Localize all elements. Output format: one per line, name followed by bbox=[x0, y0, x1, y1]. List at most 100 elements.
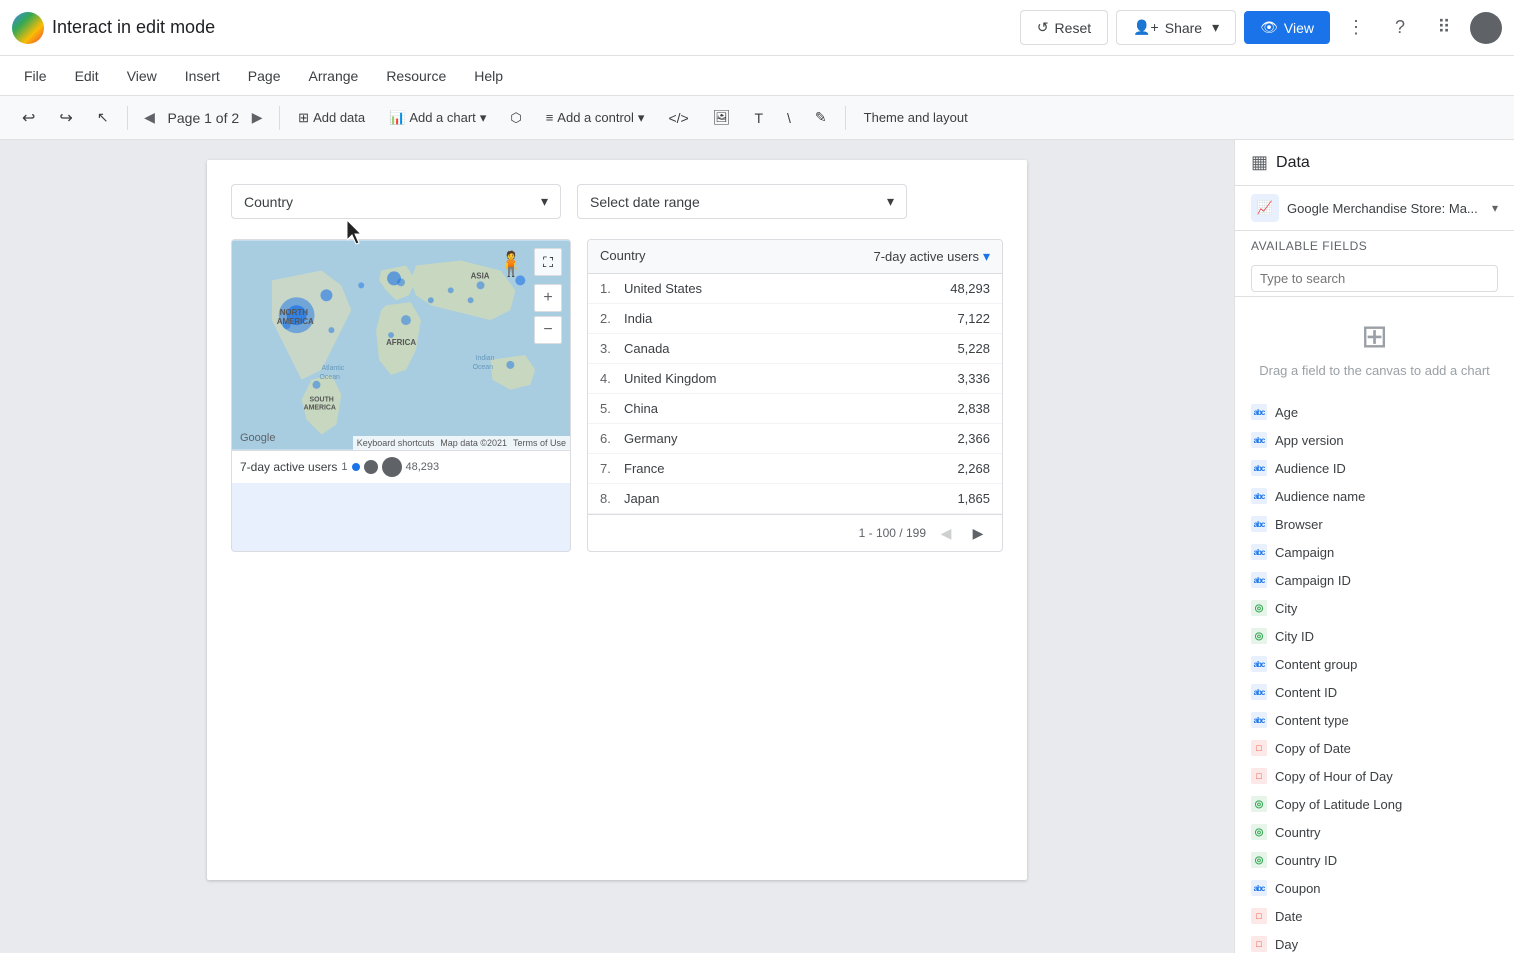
menu-file[interactable]: File bbox=[12, 62, 59, 90]
menu-edit[interactable]: Edit bbox=[63, 62, 111, 90]
redo-button[interactable]: ↪ bbox=[49, 102, 82, 134]
table-row: 4. United Kingdom 3,336 bbox=[588, 364, 1002, 394]
apps-button[interactable]: ⠿ bbox=[1426, 10, 1462, 46]
theme-layout-button[interactable]: Theme and layout bbox=[854, 104, 978, 131]
drag-hint: ⊞ Drag a field to the canvas to add a ch… bbox=[1235, 297, 1514, 398]
pagination-prev-button[interactable]: ◀ bbox=[934, 521, 958, 545]
field-icon-date: □ bbox=[1251, 740, 1267, 756]
field-item-date[interactable]: □ Date bbox=[1235, 902, 1514, 930]
panel-title: Data bbox=[1276, 154, 1310, 172]
field-item-copylatlong[interactable]: ◎ Copy of Latitude Long bbox=[1235, 790, 1514, 818]
search-input[interactable] bbox=[1251, 265, 1498, 292]
add-chart-button[interactable]: 📊 Add a chart ▾ bbox=[379, 104, 496, 132]
select-tool-button[interactable]: ↖ bbox=[87, 103, 119, 132]
table-header: Country 7-day active users ▾ bbox=[588, 240, 1002, 274]
data-source-selector[interactable]: 📈 Google Merchandise Store: Ma... ▾ bbox=[1235, 186, 1514, 231]
fullscreen-button[interactable]: ⛶ bbox=[534, 248, 562, 276]
add-widget-button[interactable]: ⬡ bbox=[500, 104, 531, 132]
map-chart: NORTH AMERICA ASIA AFRICA SOUTH AMERICA … bbox=[231, 239, 571, 552]
field-icon-abc: abc bbox=[1251, 516, 1267, 532]
control-caret: ▾ bbox=[638, 110, 645, 126]
field-item-campaign[interactable]: abc Campaign bbox=[1235, 538, 1514, 566]
field-item-city[interactable]: ◎ City bbox=[1235, 594, 1514, 622]
svg-text:Ocean: Ocean bbox=[319, 374, 340, 381]
field-item-audienceid[interactable]: abc Audience ID bbox=[1235, 454, 1514, 482]
undo-button[interactable]: ↩ bbox=[12, 102, 45, 134]
top-bar-actions: ↺ Reset 👤+ Share ▾ 👁 View ⋮ ? ⠿ bbox=[1020, 10, 1502, 46]
page-forward-button[interactable]: ▶ bbox=[243, 104, 271, 132]
field-item-contentgroup[interactable]: abc Content group bbox=[1235, 650, 1514, 678]
field-item-coupon[interactable]: abc Coupon bbox=[1235, 874, 1514, 902]
canvas-area[interactable]: Country ▾ Select date range ▾ bbox=[0, 140, 1234, 953]
field-item-contentid[interactable]: abc Content ID bbox=[1235, 678, 1514, 706]
add-data-button[interactable]: ⊞ Add data bbox=[288, 104, 375, 132]
app-logo bbox=[12, 12, 44, 44]
more-options-button[interactable]: ⋮ bbox=[1338, 10, 1374, 46]
table-row: 8. Japan 1,865 bbox=[588, 484, 1002, 514]
controls-row: Country ▾ Select date range ▾ bbox=[231, 184, 1003, 219]
table-row: 1. United States 48,293 bbox=[588, 274, 1002, 304]
text-button[interactable]: T bbox=[744, 104, 773, 132]
map-attribution: Keyboard shortcuts Map data ©2021 Terms … bbox=[353, 436, 570, 450]
draw-button[interactable]: ✎ bbox=[805, 103, 837, 132]
map-legend-dots: 1 48,293 bbox=[341, 457, 439, 477]
country-filter-caret: ▾ bbox=[541, 193, 548, 210]
zoom-in-button[interactable]: + bbox=[534, 284, 562, 312]
bar-chart-icon: 📈 bbox=[1257, 200, 1273, 216]
field-icon-date: □ bbox=[1251, 908, 1267, 924]
field-item-age[interactable]: abc Age bbox=[1235, 398, 1514, 426]
field-icon-date: □ bbox=[1251, 936, 1267, 952]
google-logo: Google bbox=[240, 432, 275, 444]
field-item-cityid[interactable]: ◎ City ID bbox=[1235, 622, 1514, 650]
field-icon-abc: abc bbox=[1251, 684, 1267, 700]
menu-page[interactable]: Page bbox=[236, 62, 293, 90]
table-chart: Country 7-day active users ▾ 1. United S… bbox=[587, 239, 1003, 552]
field-item-country[interactable]: ◎ Country bbox=[1235, 818, 1514, 846]
map-body: NORTH AMERICA ASIA AFRICA SOUTH AMERICA … bbox=[232, 240, 570, 450]
help-button[interactable]: ? bbox=[1382, 10, 1418, 46]
field-item-campaignid[interactable]: abc Campaign ID bbox=[1235, 566, 1514, 594]
svg-text:Ocean: Ocean bbox=[473, 364, 494, 371]
menu-resource[interactable]: Resource bbox=[374, 62, 458, 90]
field-item-copyhour[interactable]: □ Copy of Hour of Day bbox=[1235, 762, 1514, 790]
menu-view[interactable]: View bbox=[115, 62, 169, 90]
reset-button[interactable]: ↺ Reset bbox=[1020, 10, 1108, 45]
zoom-out-button[interactable]: − bbox=[534, 316, 562, 344]
field-item-copydate[interactable]: □ Copy of Date bbox=[1235, 734, 1514, 762]
field-item-audiencename[interactable]: abc Audience name bbox=[1235, 482, 1514, 510]
avatar[interactable] bbox=[1470, 12, 1502, 44]
code-button[interactable]: </> bbox=[658, 104, 698, 132]
legend-dot-large bbox=[382, 457, 402, 477]
col-metric[interactable]: 7-day active users ▾ bbox=[873, 248, 990, 265]
shape-button[interactable]: \ bbox=[777, 104, 801, 132]
date-filter-caret: ▾ bbox=[887, 193, 894, 210]
right-panel: ▦ Data 📈 Google Merchandise Store: Ma...… bbox=[1234, 140, 1514, 953]
widget-icon: ⬡ bbox=[510, 110, 521, 126]
country-filter[interactable]: Country ▾ bbox=[231, 184, 561, 219]
toolbar: ↩ ↪ ↖ ◀ Page 1 of 2 ▶ ⊞ Add data 📊 Add a… bbox=[0, 96, 1514, 140]
table-row: 3. Canada 5,228 bbox=[588, 334, 1002, 364]
menu-insert[interactable]: Insert bbox=[173, 62, 232, 90]
field-icon-abc: abc bbox=[1251, 488, 1267, 504]
table-row: 7. France 2,268 bbox=[588, 454, 1002, 484]
field-item-appversion[interactable]: abc App version bbox=[1235, 426, 1514, 454]
share-button[interactable]: 👤+ Share ▾ bbox=[1116, 10, 1236, 45]
field-item-countryid[interactable]: ◎ Country ID bbox=[1235, 846, 1514, 874]
field-icon-geo: ◎ bbox=[1251, 852, 1267, 868]
page-back-button[interactable]: ◀ bbox=[136, 104, 164, 132]
field-item-contenttype[interactable]: abc Content type bbox=[1235, 706, 1514, 734]
available-fields-label: Available Fields bbox=[1251, 239, 1367, 253]
field-icon-geo: ◎ bbox=[1251, 628, 1267, 644]
image-button[interactable]: 🖼 bbox=[703, 103, 741, 132]
field-item-day[interactable]: □ Day bbox=[1235, 930, 1514, 953]
date-filter[interactable]: Select date range ▾ bbox=[577, 184, 907, 219]
add-control-button[interactable]: ≡ Add a control ▾ bbox=[536, 104, 655, 132]
field-item-browser[interactable]: abc Browser bbox=[1235, 510, 1514, 538]
menu-help[interactable]: Help bbox=[462, 62, 515, 90]
view-button[interactable]: 👁 View bbox=[1244, 11, 1330, 44]
field-icon-abc: abc bbox=[1251, 656, 1267, 672]
charts-row: NORTH AMERICA ASIA AFRICA SOUTH AMERICA … bbox=[231, 239, 1003, 552]
sort-icon: ▾ bbox=[983, 248, 990, 265]
menu-arrange[interactable]: Arrange bbox=[297, 62, 371, 90]
pagination-next-button[interactable]: ▶ bbox=[966, 521, 990, 545]
